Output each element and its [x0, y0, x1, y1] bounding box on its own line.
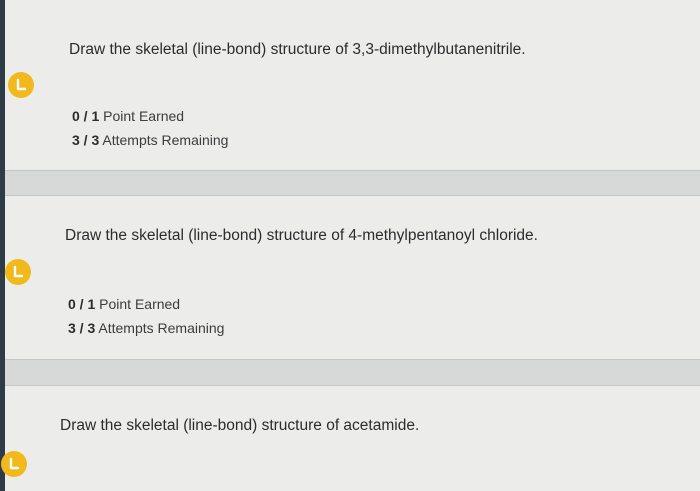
question-list: Draw the skeletal (line-bond) structure … — [0, 0, 700, 491]
corner-l-icon[interactable] — [8, 72, 34, 98]
question-card-3 — [5, 386, 700, 491]
attempts-remaining-1: 3 / 3 Attempts Remaining — [72, 128, 228, 152]
points-earned-1: 0 / 1 Point Earned — [72, 104, 184, 128]
divider-band — [5, 170, 700, 196]
divider-band — [5, 359, 700, 386]
attempts-remaining-2: 3 / 3 Attempts Remaining — [68, 316, 224, 340]
points-value: 0 / 1 — [68, 296, 96, 312]
attempts-value: 3 / 3 — [72, 132, 100, 148]
question-prompt-2: Draw the skeletal (line-bond) structure … — [65, 227, 538, 244]
corner-l-icon[interactable] — [1, 451, 27, 477]
points-label: Point Earned — [103, 108, 185, 124]
points-earned-2: 0 / 1 Point Earned — [68, 292, 180, 316]
question-prompt-3: Draw the skeletal (line-bond) structure … — [60, 417, 420, 434]
points-label: Point Earned — [99, 296, 181, 312]
corner-l-icon[interactable] — [5, 259, 31, 285]
points-value: 0 / 1 — [72, 108, 100, 124]
attempts-label: Attempts Remaining — [102, 132, 229, 148]
attempts-label: Attempts Remaining — [98, 320, 225, 336]
question-prompt-1: Draw the skeletal (line-bond) structure … — [69, 41, 526, 58]
attempts-value: 3 / 3 — [68, 320, 96, 336]
